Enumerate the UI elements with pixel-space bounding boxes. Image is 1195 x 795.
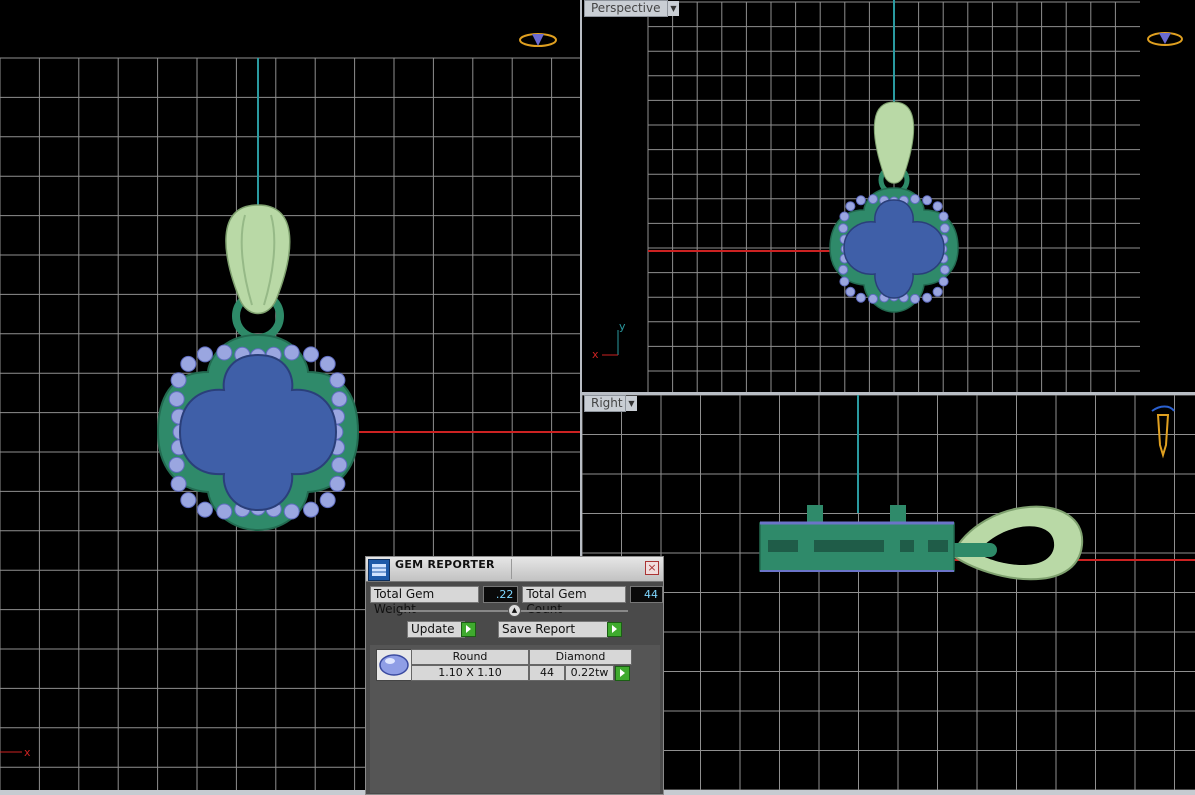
splitter-handle-icon[interactable]: ▲ [508, 604, 521, 617]
right-grid [582, 395, 1195, 790]
save-report-go-icon[interactable] [607, 622, 622, 637]
perspective-view-menu[interactable]: Perspective ▼ [584, 0, 679, 17]
update-button[interactable]: Update [407, 621, 465, 638]
x-axis-label: x [24, 746, 31, 759]
gem-list: Round Diamond 1.10 X 1.10 44 0.22tw [370, 645, 660, 793]
right-view-menu[interactable]: Right ▼ [584, 395, 637, 412]
x-axis-label-persp: x [592, 348, 599, 361]
gem-reporter-title: GEM REPORTER [395, 558, 495, 571]
total-gem-weight-label: Total Gem Weight [370, 586, 480, 616]
right-label: Right [591, 396, 623, 410]
gem-reporter-titlebar[interactable]: GEM REPORTER × [366, 557, 663, 582]
actions-row: Update Save Report [366, 621, 663, 638]
totals-row: Total Gem Weight .22 Total Gem Count 44 [370, 586, 663, 616]
update-go-icon[interactable] [461, 622, 476, 637]
gem-count-cell: 44 [529, 665, 565, 681]
gem-reporter-icon [368, 559, 390, 581]
y-axis-label: y [619, 320, 626, 333]
close-icon[interactable]: × [645, 561, 659, 575]
round-diamond-icon [376, 649, 412, 681]
titlebar-spacer [511, 559, 652, 579]
pendant-front-model [156, 204, 360, 532]
save-report-button[interactable]: Save Report [498, 621, 608, 638]
gem-type-cell: Diamond [529, 649, 632, 665]
gem-size-cell: 1.10 X 1.10 [411, 665, 529, 681]
total-gem-count-value: 44 [629, 586, 663, 603]
perspective-label: Perspective [591, 1, 661, 15]
gem-row-go-icon[interactable] [615, 666, 630, 681]
pendant-side-model [759, 505, 1084, 581]
chevron-down-icon[interactable]: ▼ [667, 1, 679, 16]
panel-splitter[interactable]: ▲ [400, 604, 628, 617]
gem-reporter-panel[interactable]: GEM REPORTER × Total Gem Weight .22 Tota… [365, 556, 664, 795]
perspective-grid: y x [592, 0, 1183, 392]
pendant-perspective-model [829, 101, 959, 313]
chevron-down-icon[interactable]: ▼ [625, 396, 637, 411]
gem-shape-cell: Round [411, 649, 529, 665]
total-gem-weight-value: .22 [483, 586, 519, 603]
total-gem-count-label: Total Gem Count [522, 586, 626, 616]
gem-weight-cell: 0.22tw [565, 665, 614, 681]
perspective-viewport[interactable]: y x Perspective ▼ [582, 0, 1195, 392]
bail [225, 204, 291, 315]
right-viewport[interactable]: Right ▼ [582, 395, 1195, 790]
